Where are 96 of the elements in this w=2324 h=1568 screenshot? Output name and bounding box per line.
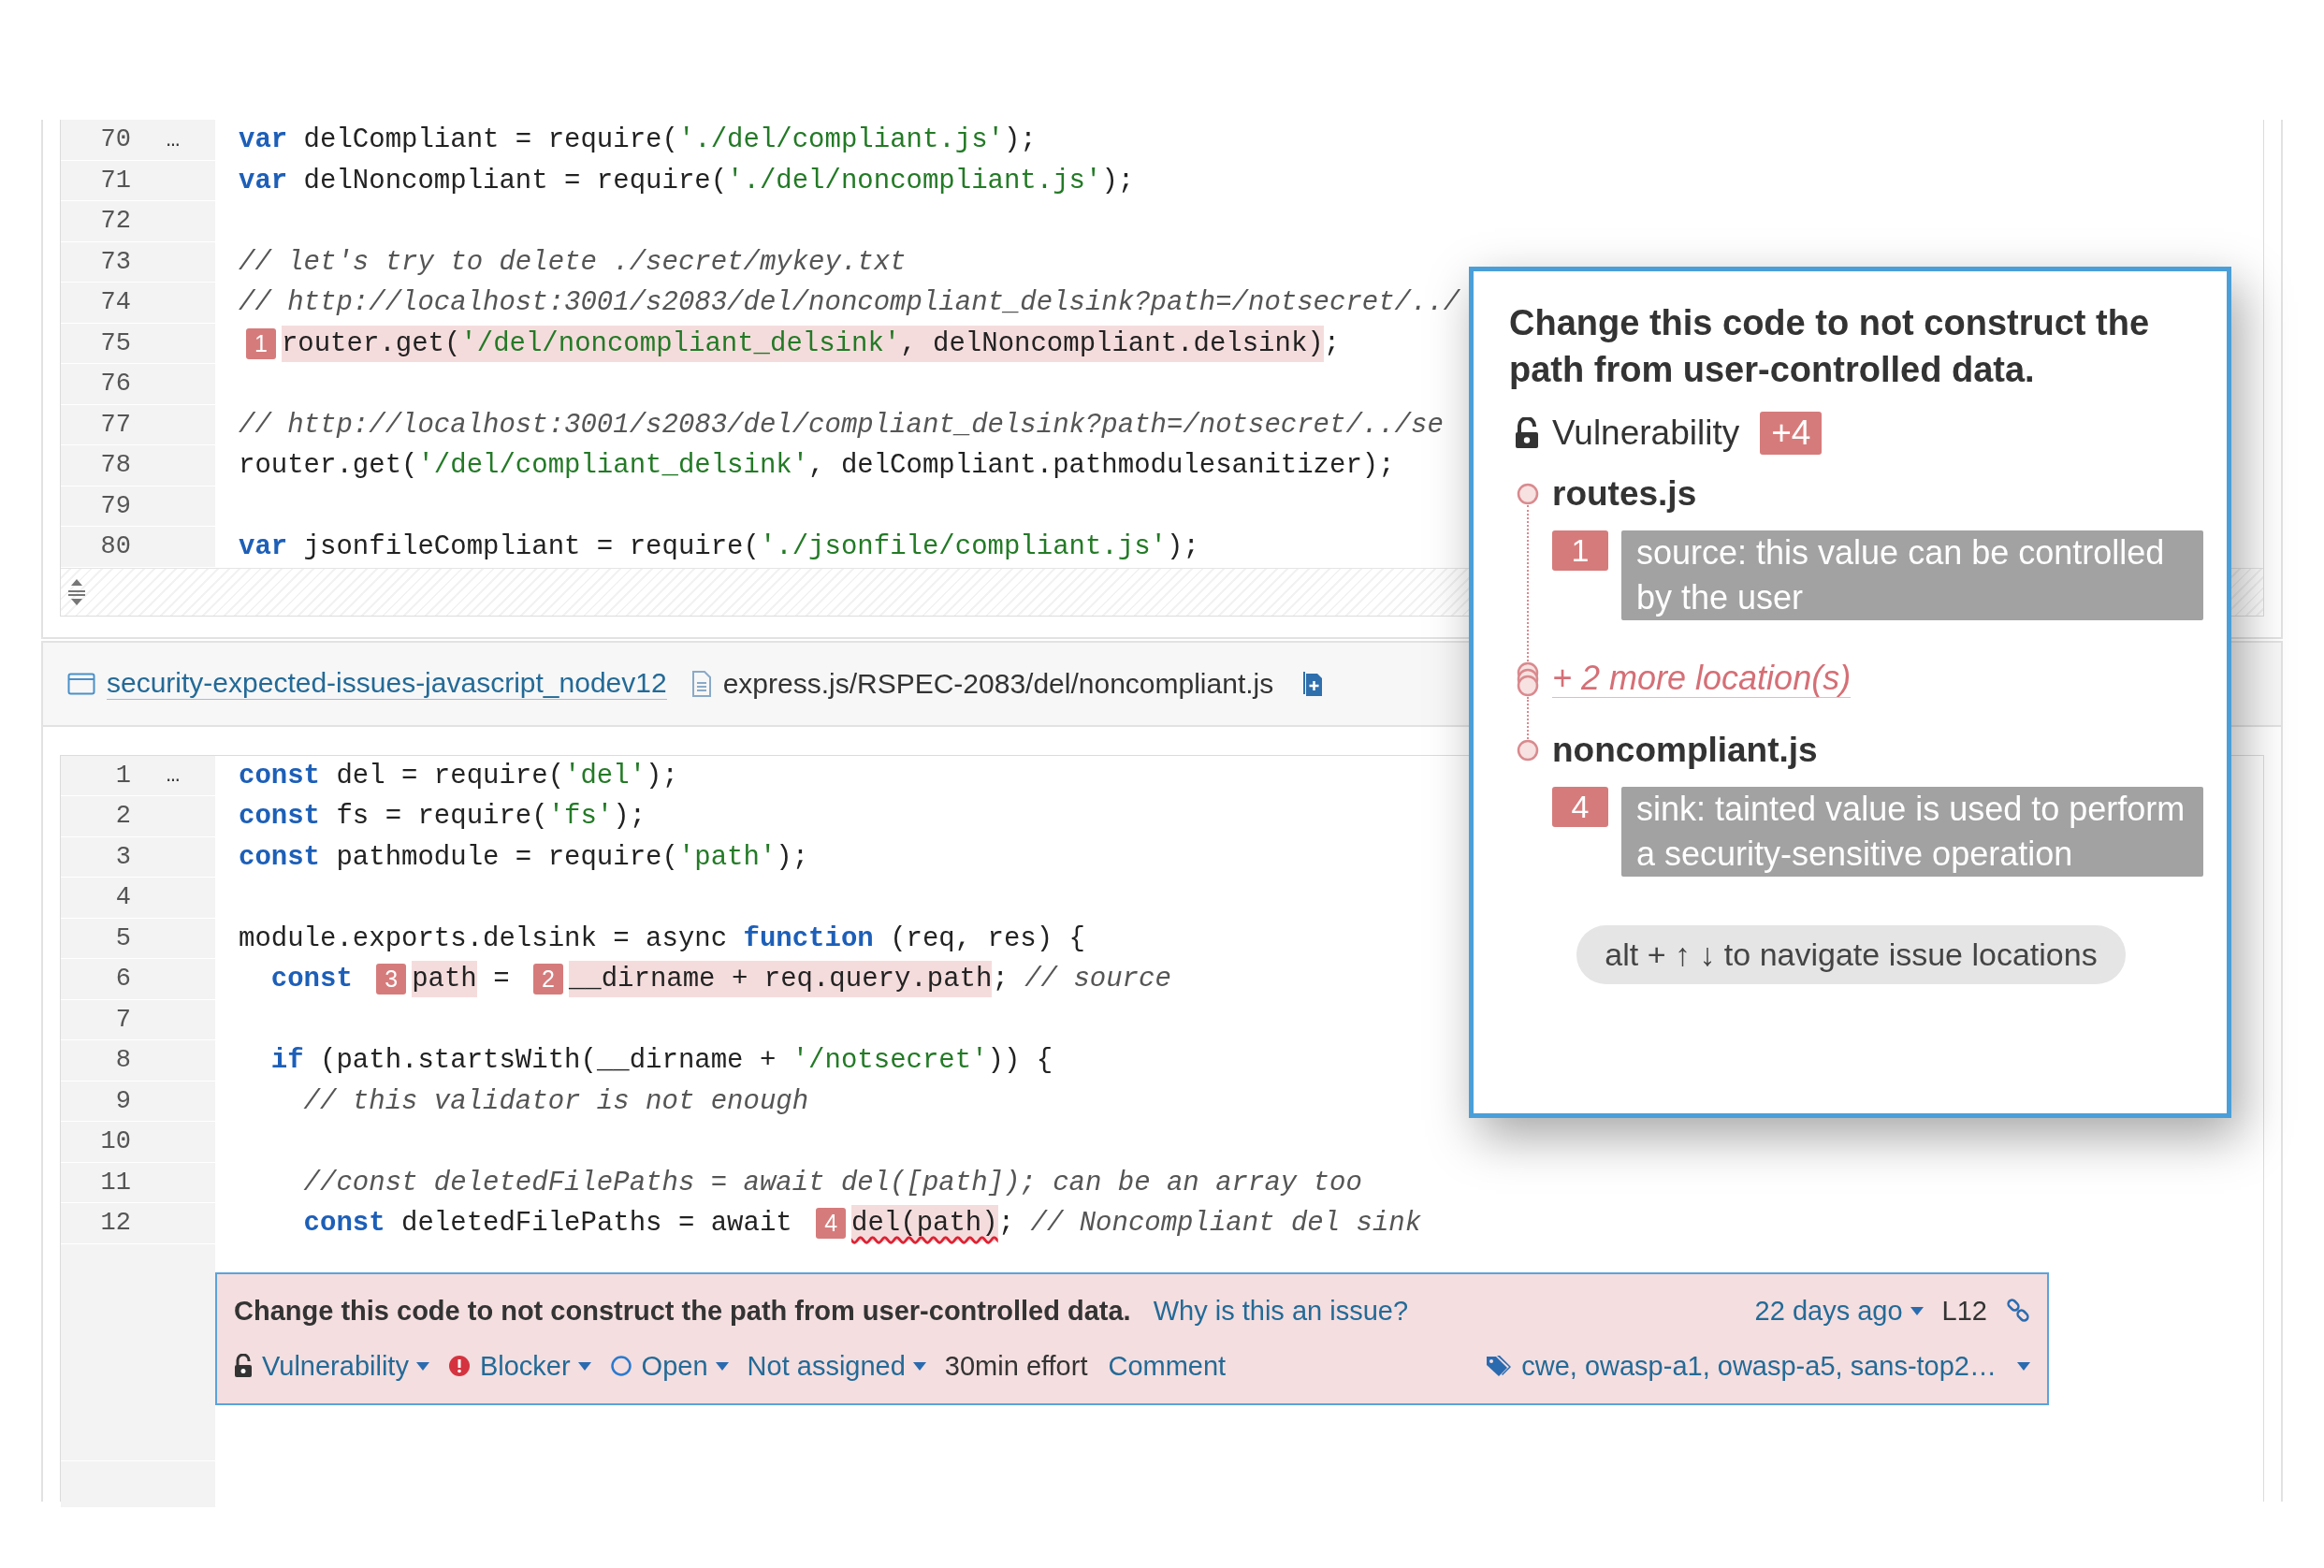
line-label: L12 — [1941, 1295, 1987, 1327]
code-text: const fs = require('fs'); — [239, 801, 646, 833]
file-path: express.js/RSPEC-2083/del/noncompliant.js — [722, 667, 1274, 700]
line-number: 71 — [99, 166, 131, 195]
issue-type: Vulnerability — [1552, 414, 1740, 453]
line-number: 8 — [114, 1046, 131, 1075]
expand-icon[interactable] — [66, 577, 87, 606]
count-badge: +4 — [1760, 412, 1823, 455]
tags-dropdown[interactable]: cwe, owasp-a1, owasp-a5, sans-top2… — [1521, 1350, 2030, 1382]
line-number: 11 — [99, 1168, 131, 1197]
code-text: module.exports.delsink = async function (req, res) { — [239, 922, 1085, 954]
stacked-dots-icon — [1517, 661, 1539, 697]
code-text: const deletedFilePaths = await — [302, 1208, 793, 1240]
code-text: var jsonfileCompliant = require('./jsonfile/compliant.js'); — [239, 531, 1199, 563]
caret-icon — [577, 1361, 591, 1371]
effort-label: 30min effort — [944, 1350, 1088, 1382]
code-text: ; // source — [992, 964, 1171, 995]
lock-icon — [234, 1354, 253, 1378]
line-number: 6 — [114, 965, 131, 994]
location-marker[interactable]: 1 — [1552, 530, 1608, 571]
line-number: 79 — [99, 491, 131, 520]
code-text: ; // Noncompliant del sink — [997, 1208, 1422, 1240]
code-text: // http://localhost:3001/s2083/del/compliant_delsink?path=/notsecret/../se — [239, 409, 1444, 441]
code-text: if (path.startsWith(__dirname + '/notsecret')) { — [269, 1045, 1053, 1077]
project-icon — [67, 672, 95, 695]
line-number: 3 — [114, 842, 131, 871]
comment-link[interactable]: Comment — [1108, 1350, 1227, 1382]
line-number: 75 — [99, 328, 131, 357]
location-marker[interactable]: 3 — [376, 964, 407, 995]
code-text: ; — [1323, 327, 1341, 359]
location-dot-icon — [1517, 483, 1539, 505]
add-file-icon[interactable] — [1303, 670, 1325, 697]
more-locations-link[interactable]: + 2 more location(s) — [1552, 660, 1852, 698]
why-link[interactable]: Why is this an issue? — [1153, 1295, 1409, 1327]
status-dropdown[interactable]: Open — [641, 1350, 729, 1382]
line-number: 5 — [114, 923, 131, 952]
line-number: 2 — [114, 802, 131, 831]
popup-title: Change this code to not construct the path from user-controlled data. — [1509, 302, 2151, 391]
location-marker[interactable]: 2 — [533, 964, 563, 995]
caret-icon — [1910, 1306, 1924, 1315]
line-number: 77 — [99, 410, 131, 439]
keyboard-hint: alt + ↑ ↓ to navigate issue locations — [1576, 925, 2126, 984]
code-text: router.get('/del/compliant_delsink', delCompliant.pathmodulesanitizer); — [239, 450, 1395, 482]
highlighted-code: del(path) — [851, 1205, 998, 1242]
highlighted-code: router.get('/del/noncompliant_delsink', delNoncompliant.delsink) — [281, 325, 1324, 362]
line-number: 70 — [99, 125, 131, 154]
file-icon — [690, 670, 712, 697]
caret-icon — [2017, 1361, 2030, 1371]
status-circle-icon — [609, 1355, 632, 1377]
line-number: 73 — [99, 247, 131, 276]
line-number: 1 — [114, 761, 131, 790]
location-marker[interactable]: 1 — [246, 327, 276, 359]
line-number: 12 — [99, 1209, 131, 1238]
age-dropdown[interactable]: 22 days ago — [1754, 1295, 1924, 1327]
caret-icon — [912, 1361, 926, 1371]
code-text: var delCompliant = require('./del/compliant.js'); — [239, 124, 1037, 156]
issue-title: Change this code to not construct the path from user-controlled data. — [234, 1295, 1131, 1327]
code-text: // let's try to delete ./secret/mykey.txt — [239, 246, 907, 278]
caret-icon — [715, 1361, 729, 1371]
code-text: const pathmodule = require('path'); — [239, 841, 809, 873]
caret-icon — [415, 1361, 429, 1371]
location-message[interactable]: sink: tainted value is used to perform a security-sensitive operation — [1621, 787, 2203, 877]
file-name: routes.js — [1552, 474, 1698, 514]
highlighted-code: path — [412, 961, 477, 998]
lock-icon — [1515, 417, 1539, 449]
permalink-icon[interactable] — [2006, 1299, 2030, 1323]
project-link[interactable]: security-expected-issues-javascript_nodev12 — [107, 667, 667, 700]
line-number: 10 — [99, 1127, 131, 1156]
file-name: noncompliant.js — [1552, 731, 1819, 770]
line-number: 80 — [99, 532, 131, 561]
expand-marker[interactable]: … — [166, 762, 181, 789]
expand-marker[interactable]: … — [166, 126, 181, 152]
line-number: 9 — [114, 1086, 131, 1115]
code-text: var delNoncompliant = require('./del/noncompliant.js'); — [239, 165, 1135, 196]
code-text: //const deletedFilePaths = await del([path]); can be an array too — [302, 1167, 1362, 1198]
line-number: 78 — [99, 451, 131, 480]
location-marker[interactable]: 4 — [816, 1208, 847, 1240]
code-text: const del = require('del'); — [239, 760, 678, 791]
assignee-dropdown[interactable]: Not assigned — [747, 1350, 926, 1382]
line-number: 74 — [99, 288, 131, 317]
tag-icon — [1486, 1355, 1513, 1377]
severity-dropdown[interactable]: Blocker — [479, 1350, 591, 1382]
code-text: = — [492, 964, 511, 995]
location-marker[interactable]: 4 — [1552, 787, 1608, 827]
code-text: const — [269, 964, 354, 995]
location-message[interactable]: source: this value can be controlled by the user — [1621, 530, 2203, 620]
location-dot-icon — [1517, 739, 1539, 762]
code-text: // this validator is not enough — [302, 1085, 809, 1117]
highlighted-code: __dirname + req.query.path — [568, 961, 993, 998]
line-number: 7 — [114, 1005, 131, 1034]
line-number: 72 — [99, 207, 131, 236]
code-text: // http://localhost:3001/s2083/del/noncompliant_delsink?path=/notsecret/../ — [239, 287, 1460, 319]
type-dropdown[interactable]: Vulnerability — [262, 1350, 429, 1382]
line-number: 4 — [114, 883, 131, 912]
blocker-icon — [447, 1355, 471, 1377]
line-number: 76 — [99, 370, 131, 399]
